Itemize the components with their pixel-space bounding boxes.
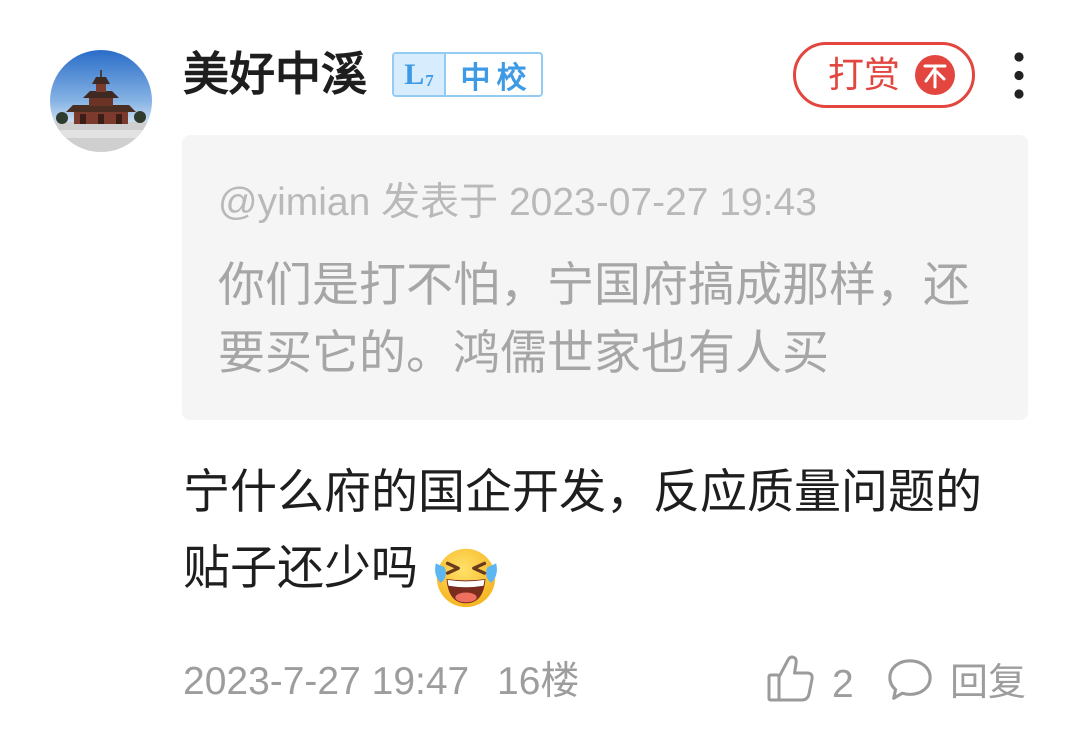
comment-bubble-icon — [888, 659, 932, 700]
post-timestamp: 2023-7-27 19:47 — [183, 660, 470, 703]
like-count: 2 — [832, 663, 854, 706]
comment-body: 宁什么府的国企开发，反应质量问题的 贴子还少吗 — [183, 454, 982, 612]
level-title: 中校 — [460, 61, 533, 95]
quote-author-date: @yimian 发表于 2023-07-27 19:43 — [218, 181, 817, 224]
quote-body: 你们是打不怕，宁国府搞成那样，还 要买它的。鸿儒世家也有人买 — [218, 251, 970, 387]
quoted-post[interactable]: @yimian 发表于 2023-07-27 19:43 你们是打不怕，宁国府搞… — [182, 135, 1028, 420]
temple-photo-avatar — [50, 50, 152, 152]
quote-line: 要买它的。鸿儒世家也有人买 — [218, 326, 829, 379]
user-avatar[interactable] — [50, 50, 152, 152]
coin-icon — [915, 55, 955, 95]
reply-label: 回复 — [950, 662, 1027, 704]
username[interactable]: 美好中溪 — [183, 44, 367, 104]
comment-line: 宁什么府的国企开发，反应质量问题的 — [183, 465, 982, 518]
floor-number: 16楼 — [497, 660, 580, 703]
thumbs-up-icon — [767, 655, 814, 702]
tip-button[interactable]: 打赏 — [793, 42, 975, 108]
more-options-button[interactable] — [1012, 51, 1026, 100]
more-vertical-icon — [1014, 52, 1024, 99]
level-badge: L7 中校 — [392, 52, 543, 97]
reply-button[interactable]: 回复 — [882, 648, 1028, 712]
like-button[interactable]: 2 — [760, 648, 860, 712]
comment-line-last: 贴子还少吗 — [183, 530, 982, 612]
level-number: 7 — [425, 71, 434, 90]
level-prefix: L — [404, 57, 425, 91]
quote-line: 你们是打不怕，宁国府搞成那样，还 — [218, 258, 970, 311]
comment-line: 贴子还少吗 — [183, 541, 418, 594]
level-number-tag: L7 — [394, 54, 446, 95]
tip-button-label: 打赏 — [828, 54, 901, 95]
laughing-crying-face-icon — [435, 548, 497, 608]
